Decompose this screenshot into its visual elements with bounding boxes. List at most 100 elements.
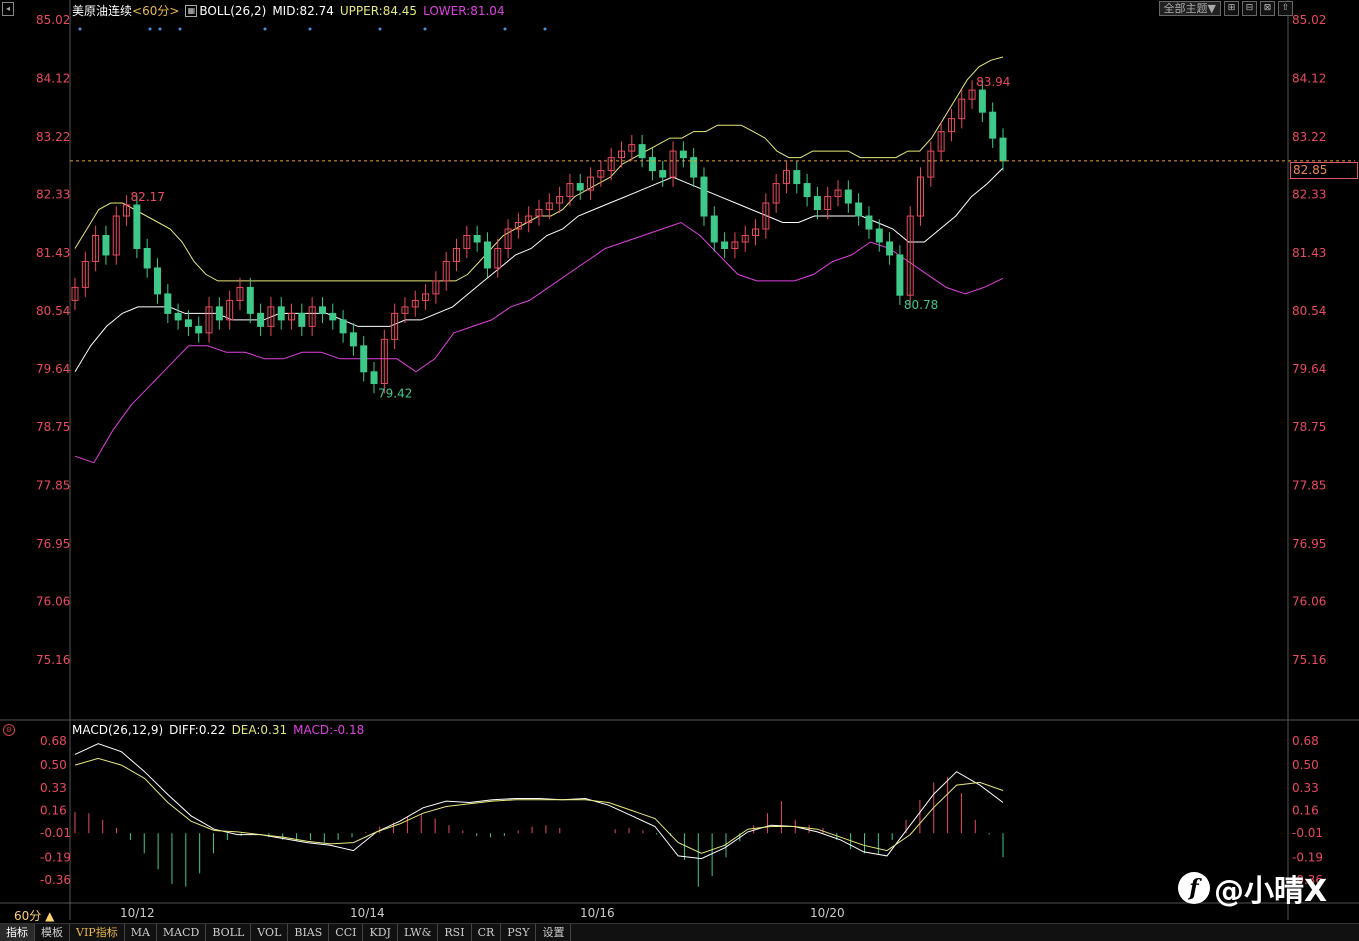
tab-rsi[interactable]: RSI bbox=[438, 924, 472, 941]
y-tick-label-right: 76.95 bbox=[1292, 537, 1326, 551]
candle-body bbox=[896, 254, 904, 296]
candle-body bbox=[298, 312, 306, 327]
symbol-name: 美原油连续 bbox=[72, 4, 133, 18]
boll-mid: MID:82.74 bbox=[272, 3, 334, 18]
layout-icon[interactable]: ⊞ bbox=[1224, 1, 1239, 16]
minimize-icon[interactable]: ⊟ bbox=[1242, 1, 1257, 16]
candle-body bbox=[978, 89, 986, 113]
macd-tick-label-right: 0.33 bbox=[1292, 781, 1319, 795]
y-tick-label-left: 85.02 bbox=[36, 13, 70, 27]
candle-body bbox=[576, 183, 584, 191]
candle-body bbox=[793, 170, 801, 185]
candle-body bbox=[370, 371, 378, 384]
period-tag: <60分> bbox=[132, 4, 180, 18]
tab-indicators[interactable]: 指标 bbox=[0, 924, 35, 941]
candle-body bbox=[349, 332, 357, 347]
tab-vip-indicators[interactable]: VIP指标 bbox=[70, 924, 125, 941]
y-tick-label-left: 75.16 bbox=[36, 653, 70, 667]
y-tick-label-left: 81.43 bbox=[36, 246, 70, 260]
tab-bias[interactable]: BIAS bbox=[288, 924, 330, 941]
event-marker-icon bbox=[178, 27, 182, 31]
y-tick-label-left: 78.75 bbox=[36, 420, 70, 434]
y-tick-label-right: 79.64 bbox=[1292, 362, 1326, 376]
candle-body bbox=[803, 183, 811, 198]
candle-body bbox=[164, 293, 172, 314]
date-label: 10/20 bbox=[810, 906, 845, 920]
date-label: 10/16 bbox=[580, 906, 615, 920]
candle-body bbox=[638, 144, 646, 159]
macd-tick-label-right: -0.19 bbox=[1292, 850, 1323, 864]
candle-body bbox=[813, 196, 821, 211]
candle-body bbox=[473, 234, 481, 243]
candle-body bbox=[844, 189, 852, 204]
tab-macd[interactable]: MACD bbox=[157, 924, 207, 941]
event-marker-icon bbox=[543, 27, 547, 31]
candle-body bbox=[659, 170, 667, 178]
y-tick-label-right: 82.33 bbox=[1292, 188, 1326, 202]
export-icon[interactable]: ⇧ bbox=[1278, 1, 1293, 16]
macd-dea-line bbox=[74, 757, 1004, 854]
macd-tick-label-right: 0.68 bbox=[1292, 734, 1319, 748]
tab-templates[interactable]: 模板 bbox=[35, 924, 70, 941]
y-tick-label-right: 76.06 bbox=[1292, 595, 1326, 609]
macd-tick-label-right: 0.50 bbox=[1292, 758, 1319, 772]
y-tick-label-right: 83.22 bbox=[1292, 130, 1326, 144]
y-tick-label-left: 83.22 bbox=[36, 130, 70, 144]
macd-diff: DIFF:0.22 bbox=[169, 723, 226, 737]
y-tick-label-left: 82.33 bbox=[36, 188, 70, 202]
tab-lw[interactable]: LW& bbox=[398, 924, 439, 941]
event-marker-icon bbox=[308, 27, 312, 31]
y-tick-label-right: 77.85 bbox=[1292, 478, 1326, 492]
extreme-label: 80.78 bbox=[904, 298, 938, 312]
candle-body bbox=[648, 157, 656, 172]
y-tick-label-left: 84.12 bbox=[36, 71, 70, 85]
tab-settings[interactable]: 设置 bbox=[536, 924, 572, 941]
tab-psy[interactable]: PSY bbox=[501, 924, 537, 941]
current-price-label: 82.85 bbox=[1290, 162, 1358, 179]
y-tick-label-right: 81.43 bbox=[1292, 246, 1326, 260]
event-marker-icon bbox=[158, 27, 162, 31]
tab-cr[interactable]: CR bbox=[472, 924, 502, 941]
candle-body bbox=[277, 306, 285, 321]
y-tick-label-left: 79.64 bbox=[36, 362, 70, 376]
y-tick-label-right: 80.54 bbox=[1292, 304, 1326, 318]
tab-ma[interactable]: MA bbox=[125, 924, 157, 941]
candle-body bbox=[102, 234, 110, 256]
extreme-label: 82.17 bbox=[131, 190, 165, 204]
candle-body bbox=[855, 202, 863, 217]
settings-icon[interactable]: ⚙ bbox=[3, 724, 15, 736]
period-selector[interactable]: 60分 ▲ bbox=[14, 907, 54, 924]
candle-body bbox=[875, 228, 883, 243]
boll-icon: ▦ bbox=[185, 4, 198, 17]
boll-mid-line bbox=[74, 167, 1004, 373]
macd-header: MACD(26,12,9) DIFF:0.22 DEA:0.31 MACD:-0… bbox=[72, 723, 364, 737]
macd-tick-label-left: -0.19 bbox=[40, 850, 71, 864]
candle-body bbox=[246, 286, 254, 314]
candle-body bbox=[360, 345, 368, 373]
event-marker-icon bbox=[378, 27, 382, 31]
watermark-text: @小晴X bbox=[1214, 874, 1328, 909]
macd-tick-label-left: 0.33 bbox=[40, 781, 67, 795]
candle-body bbox=[143, 247, 151, 269]
boll-upper: UPPER:84.45 bbox=[339, 3, 418, 18]
close-panel-icon[interactable]: ⊠ bbox=[1260, 1, 1275, 16]
candle-body bbox=[721, 241, 729, 249]
y-tick-label-right: 84.12 bbox=[1292, 71, 1326, 85]
y-tick-label-left: 76.95 bbox=[36, 537, 70, 551]
event-marker-icon bbox=[423, 27, 427, 31]
collapse-icon[interactable]: ◂ bbox=[2, 2, 14, 16]
candle-body bbox=[339, 319, 347, 334]
event-marker-icon bbox=[148, 27, 152, 31]
candle-body bbox=[195, 325, 203, 334]
chart-canvas[interactable]: 85.02 85.02 84.12 84.12 83.22 83.22 82.33 82.33… bbox=[0, 0, 1359, 923]
tab-boll[interactable]: BOLL bbox=[206, 924, 252, 941]
tab-vol[interactable]: VOL bbox=[251, 924, 289, 941]
macd-tick-label-left: 0.16 bbox=[40, 804, 67, 818]
theme-dropdown[interactable]: 全部主题▼ bbox=[1158, 1, 1221, 16]
event-marker-icon bbox=[263, 27, 267, 31]
tab-cci[interactable]: CCI bbox=[329, 924, 364, 941]
macd-dea: DEA:0.31 bbox=[231, 723, 288, 737]
boll-lower: LOWER:81.04 bbox=[423, 3, 505, 18]
macd-tick-label-right: -0.01 bbox=[1292, 826, 1323, 840]
tab-kdj[interactable]: KDJ bbox=[363, 924, 398, 941]
